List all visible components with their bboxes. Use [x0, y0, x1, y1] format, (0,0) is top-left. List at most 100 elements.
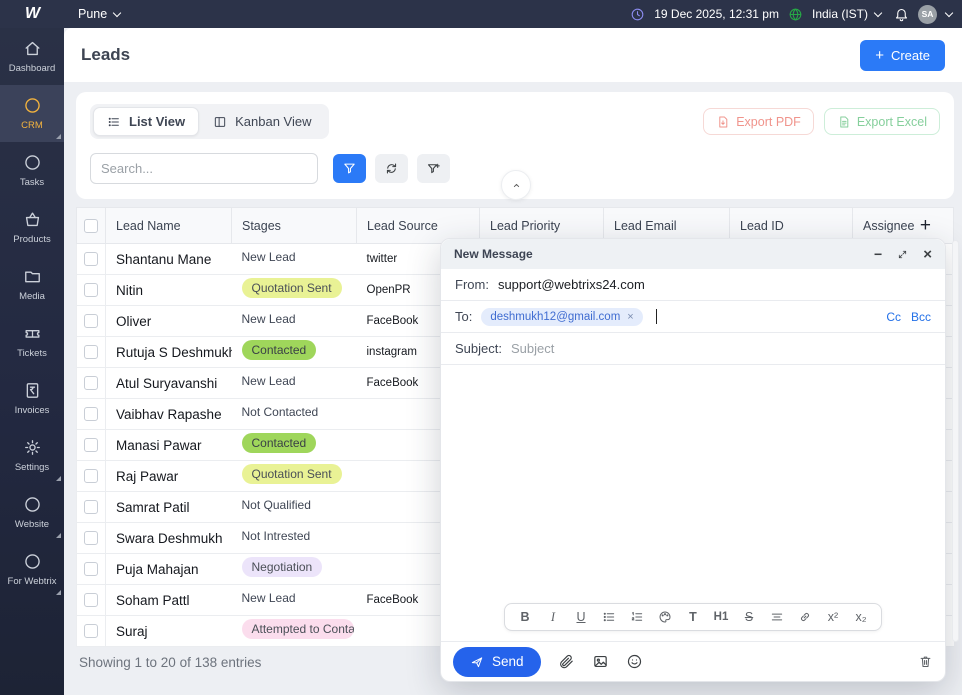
- page-title: Leads: [81, 45, 130, 65]
- export-excel-button[interactable]: Export Excel: [824, 108, 940, 135]
- row-checkbox[interactable]: [84, 252, 98, 266]
- message-body[interactable]: [441, 365, 945, 641]
- excel-file-icon: [837, 115, 851, 129]
- refresh-button[interactable]: [375, 154, 408, 183]
- row-checkbox[interactable]: [84, 624, 98, 638]
- tab-list-view[interactable]: List View: [93, 107, 199, 136]
- timezone-selector[interactable]: India (IST): [812, 7, 881, 21]
- stage-badge: New Lead: [242, 312, 296, 326]
- compose-titlebar[interactable]: New Message − ×: [441, 239, 945, 269]
- row-checkbox[interactable]: [84, 283, 98, 297]
- sidebar-item-media[interactable]: Media: [0, 256, 64, 313]
- send-button[interactable]: Send: [453, 647, 541, 677]
- insert-emoji-button[interactable]: [626, 653, 643, 670]
- submenu-indicator-icon: [56, 134, 61, 139]
- sidebar-item-tasks[interactable]: Tasks: [0, 142, 64, 199]
- sidebar-item-dashboard[interactable]: Dashboard: [0, 28, 64, 85]
- underline-icon[interactable]: U: [567, 605, 595, 629]
- stage-badge: New Lead: [242, 591, 296, 605]
- add-filter-button[interactable]: [417, 154, 450, 183]
- insert-image-button[interactable]: [592, 653, 609, 670]
- sidebar-item-settings[interactable]: Settings: [0, 427, 64, 484]
- sidebar-item-for-webtrix[interactable]: For Webtrix: [0, 541, 64, 598]
- row-checkbox[interactable]: [84, 376, 98, 390]
- chip-remove-icon[interactable]: ×: [627, 311, 633, 323]
- lead-name: Puja Mahajan: [106, 554, 232, 585]
- home-icon: [23, 39, 42, 58]
- row-checkbox[interactable]: [84, 531, 98, 545]
- palette-icon[interactable]: [651, 605, 679, 629]
- attach-file-button[interactable]: [558, 653, 575, 670]
- expand-icon[interactable]: [897, 249, 908, 260]
- bold-icon[interactable]: B: [511, 605, 539, 629]
- bcc-button[interactable]: Bcc: [911, 310, 931, 324]
- user-avatar[interactable]: SA: [918, 5, 937, 24]
- close-icon[interactable]: ×: [923, 247, 932, 262]
- logo-icon: W: [25, 5, 39, 23]
- align-icon[interactable]: [763, 605, 791, 629]
- subscript-icon[interactable]: x₂: [847, 605, 875, 629]
- minimize-icon[interactable]: −: [874, 247, 882, 261]
- add-column-button[interactable]: +: [920, 215, 931, 237]
- compose-actions: Send: [441, 641, 945, 681]
- datetime-label: 19 Dec 2025, 12:31 pm: [654, 7, 779, 21]
- row-checkbox[interactable]: [84, 469, 98, 483]
- trash-icon: [918, 654, 933, 669]
- sidebar-item-crm[interactable]: CRM: [0, 85, 64, 142]
- stage-badge: Quotation Sent: [242, 278, 342, 298]
- cc-button[interactable]: Cc: [886, 310, 901, 324]
- to-row[interactable]: To: deshmukh12@gmail.com × Cc Bcc: [441, 301, 945, 333]
- circle-icon: [23, 552, 42, 571]
- sidebar-item-website[interactable]: Website: [0, 484, 64, 541]
- heading-icon[interactable]: H1: [707, 605, 735, 629]
- from-row: From: support@webtrixs24.com: [441, 269, 945, 301]
- recipient-chip[interactable]: deshmukh12@gmail.com ×: [481, 308, 642, 326]
- sidebar-item-tickets[interactable]: Tickets: [0, 313, 64, 370]
- subject-label: Subject:: [455, 341, 502, 356]
- collapse-toolbar-button[interactable]: [501, 170, 531, 200]
- text-color-icon[interactable]: T: [679, 605, 707, 629]
- scrollbar[interactable]: [952, 240, 959, 642]
- invoice-icon: [23, 381, 42, 400]
- basket-icon: [23, 210, 42, 229]
- row-checkbox[interactable]: [84, 500, 98, 514]
- circle-icon: [23, 96, 42, 115]
- ordered-list-icon[interactable]: [623, 605, 651, 629]
- strikethrough-icon[interactable]: S: [735, 605, 763, 629]
- location-switcher[interactable]: Pune: [78, 7, 120, 21]
- gear-icon: [23, 438, 42, 457]
- sidebar-item-invoices[interactable]: Invoices: [0, 370, 64, 427]
- row-checkbox[interactable]: [84, 593, 98, 607]
- filter-button[interactable]: [333, 154, 366, 183]
- search-input[interactable]: [90, 153, 318, 184]
- row-checkbox[interactable]: [84, 438, 98, 452]
- lead-name: Raj Pawar: [106, 461, 232, 492]
- lead-name: Samrat Patil: [106, 492, 232, 523]
- col-stages: Stages: [232, 208, 357, 244]
- row-checkbox[interactable]: [84, 407, 98, 421]
- ticket-icon: [23, 324, 42, 343]
- italic-icon[interactable]: I: [539, 605, 567, 629]
- chevron-down-icon: [113, 8, 121, 16]
- paper-plane-icon: [470, 655, 484, 669]
- circle-icon: [23, 495, 42, 514]
- col-lead-name: Lead Name: [106, 208, 232, 244]
- bullet-list-icon[interactable]: [595, 605, 623, 629]
- export-pdf-button[interactable]: Export PDF: [703, 108, 814, 135]
- folder-icon: [23, 267, 42, 286]
- stage-badge: Attempted to Contac...: [242, 619, 354, 639]
- funnel-plus-icon: [426, 161, 441, 176]
- row-checkbox[interactable]: [84, 562, 98, 576]
- subject-input[interactable]: [511, 341, 931, 356]
- row-checkbox[interactable]: [84, 345, 98, 359]
- superscript-icon[interactable]: x²: [819, 605, 847, 629]
- create-button[interactable]: + Create: [860, 40, 945, 71]
- row-checkbox[interactable]: [84, 314, 98, 328]
- discard-draft-button[interactable]: [918, 654, 933, 669]
- select-all-checkbox[interactable]: [84, 219, 98, 233]
- link-icon[interactable]: [791, 605, 819, 629]
- tab-kanban-view[interactable]: Kanban View: [199, 107, 325, 136]
- topbar: W Pune 19 Dec 2025, 12:31 pm India (IST)…: [0, 0, 962, 28]
- notifications-bell-icon[interactable]: [894, 7, 909, 22]
- sidebar-item-products[interactable]: Products: [0, 199, 64, 256]
